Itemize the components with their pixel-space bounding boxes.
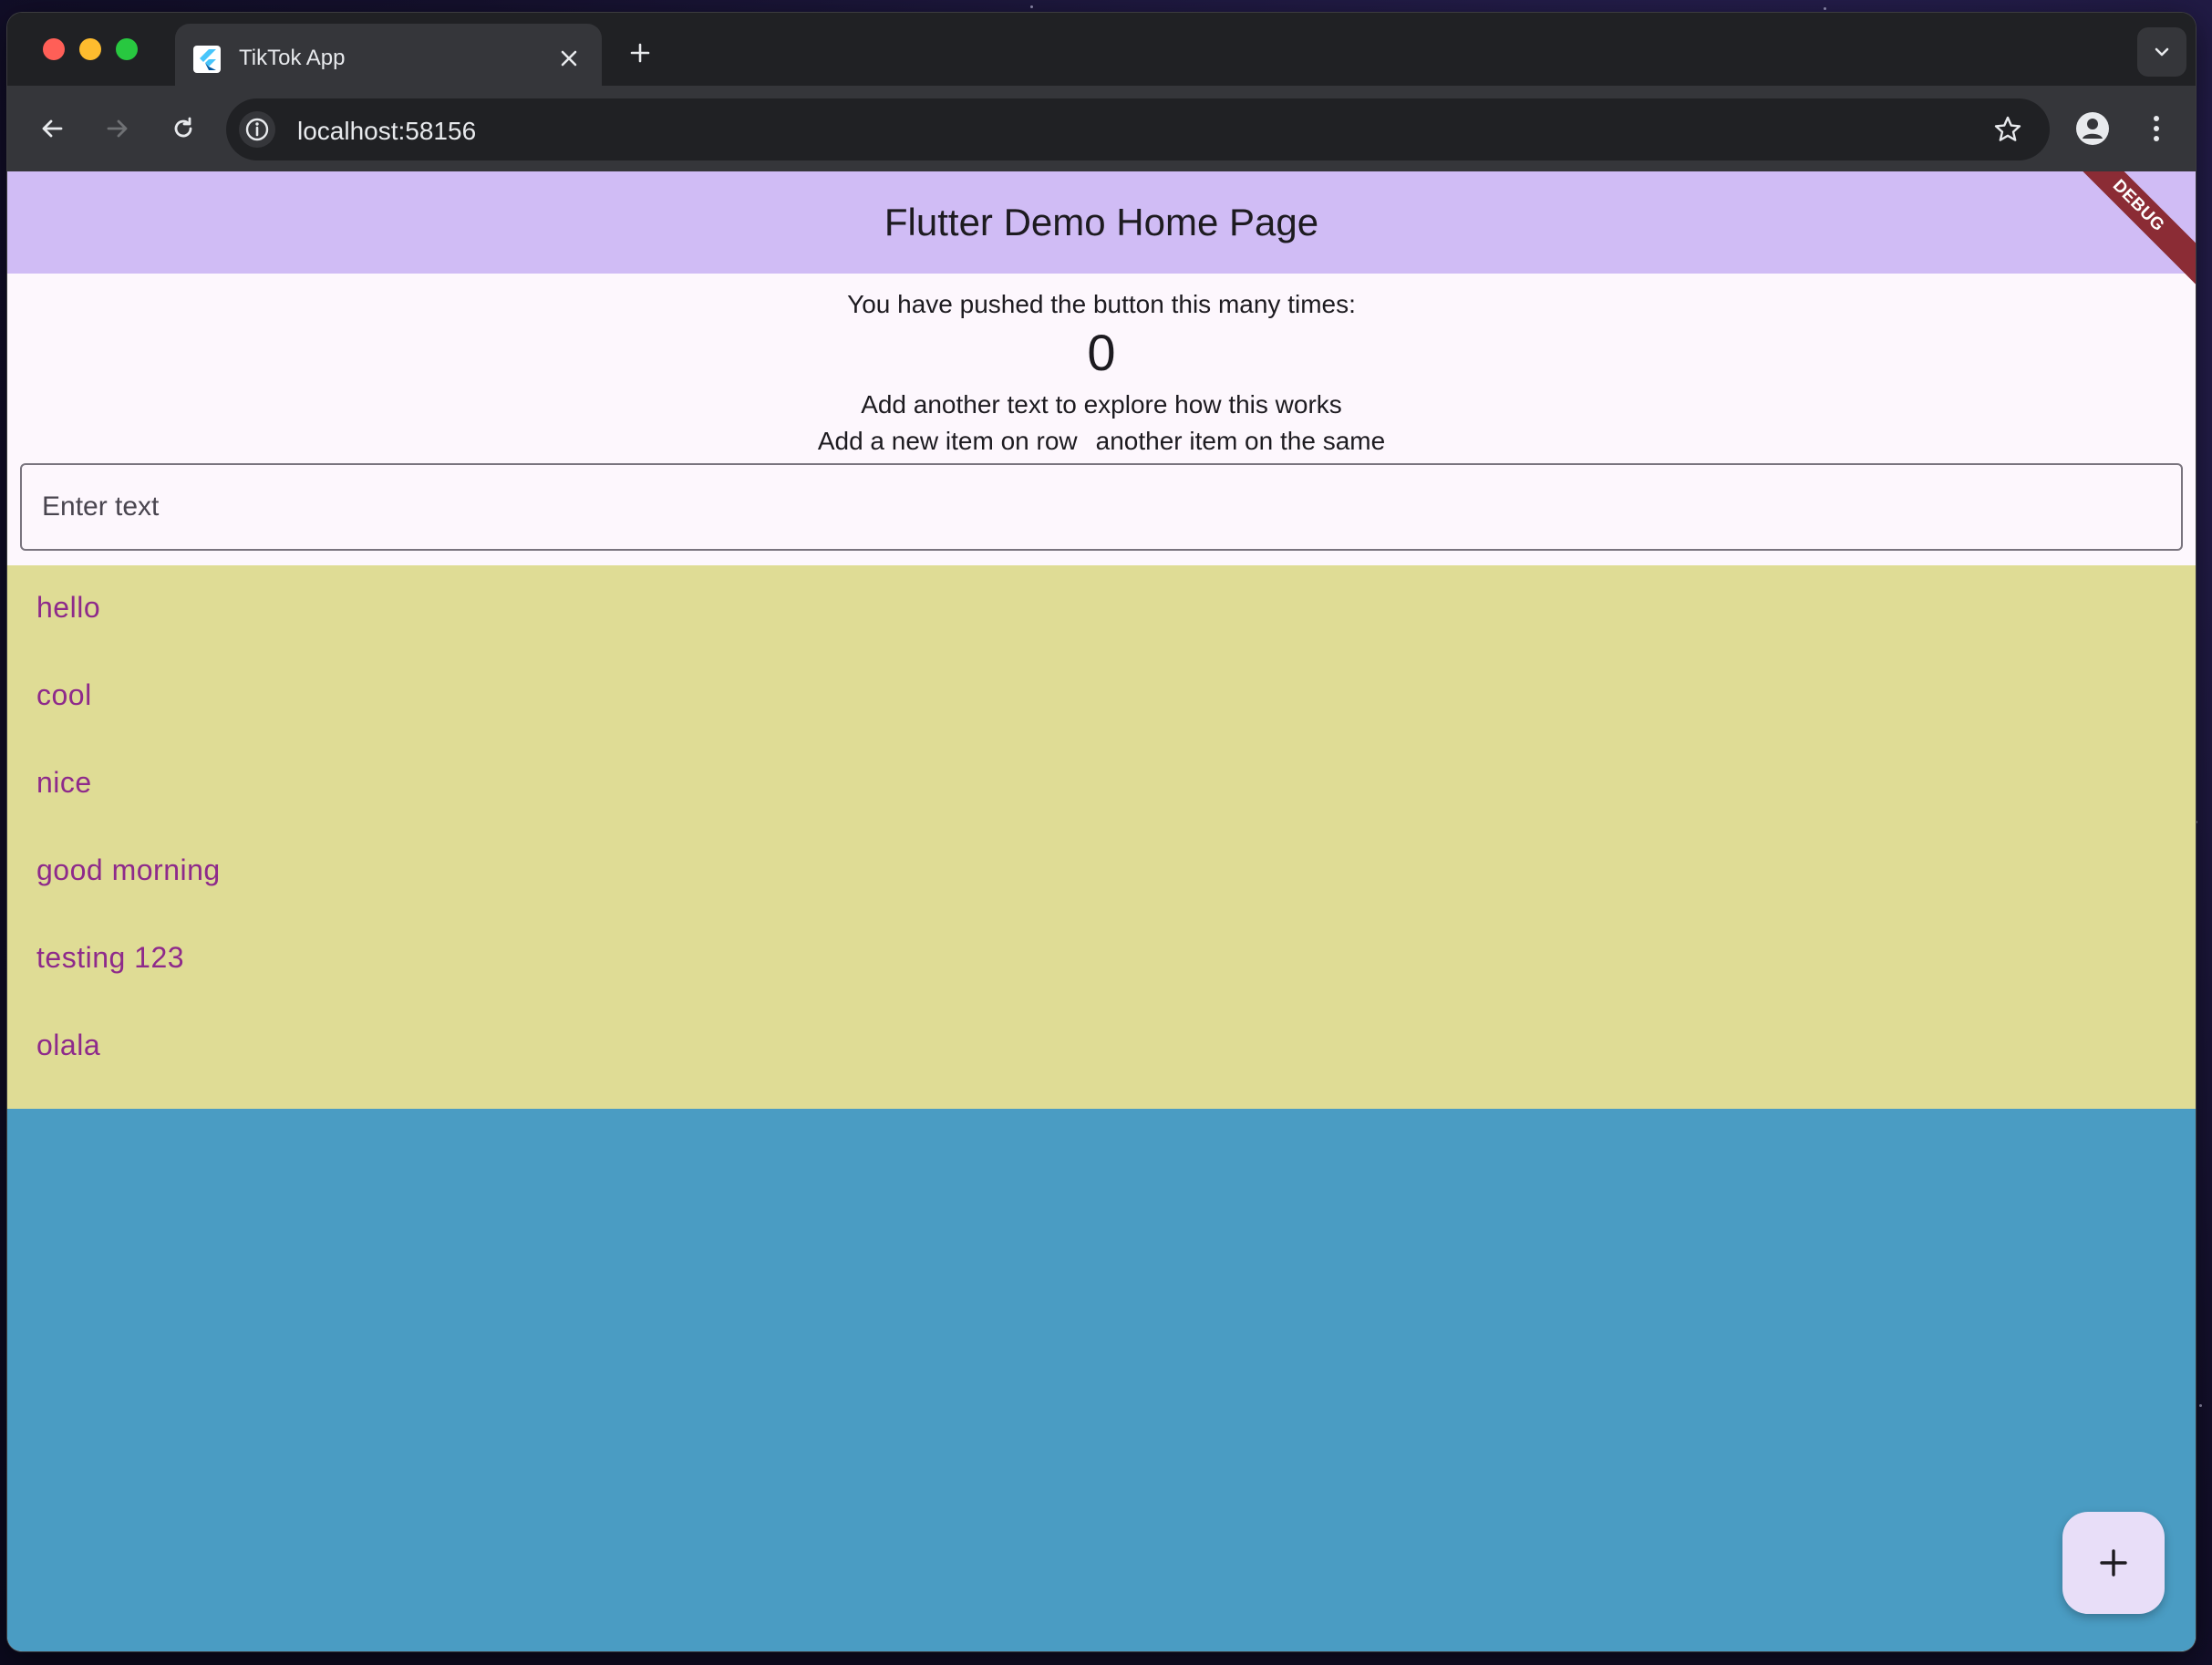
row-text: Add a new item on row another item on th… <box>7 427 2196 456</box>
star <box>1824 7 1826 10</box>
bookmark-star-icon[interactable] <box>1990 111 2026 148</box>
tab-strip: TikTok App <box>7 13 2196 86</box>
browser-toolbar: localhost:58156 <box>7 86 2196 171</box>
new-tab-button[interactable] <box>620 33 660 73</box>
star <box>1030 5 1033 8</box>
item-list: hello cool nice good morning testing 123… <box>7 565 2196 1109</box>
profile-avatar-icon[interactable] <box>2068 104 2117 153</box>
browser-tab[interactable]: TikTok App <box>175 24 602 86</box>
desktop-background: TikTok App localhost:58156 Flutter Demo … <box>0 0 2212 1665</box>
plus-icon <box>2100 1549 2127 1577</box>
list-item: good morning <box>36 853 221 886</box>
arrow-right-icon <box>107 119 128 138</box>
explore-text: Add another text to explore how this wor… <box>861 390 1342 419</box>
browser-window: TikTok App localhost:58156 Flutter Demo … <box>7 13 2196 1651</box>
list-item: nice <box>36 765 92 799</box>
counter-value: 0 <box>1087 324 1116 381</box>
blue-container <box>7 1109 2196 1651</box>
app-bar: Flutter Demo Home Page <box>7 171 2196 274</box>
tab-title: TikTok App <box>239 46 346 70</box>
text-input[interactable] <box>22 465 2181 549</box>
more-menu-icon[interactable] <box>2132 104 2181 153</box>
row-text-right: another item on the same <box>1095 427 1386 455</box>
text-input-field[interactable] <box>20 463 2183 551</box>
site-info-icon[interactable] <box>239 111 275 148</box>
forward-button[interactable] <box>93 104 142 153</box>
address-bar[interactable]: localhost:58156 <box>226 98 2050 160</box>
list-item: hello <box>36 590 101 624</box>
flutter-logo-icon <box>193 46 221 73</box>
back-button[interactable] <box>27 104 77 153</box>
reload-icon <box>174 117 192 138</box>
maximize-window-button[interactable] <box>116 38 138 60</box>
chevron-down-icon <box>2155 47 2169 57</box>
list-item: testing 123 <box>36 940 185 974</box>
counter-label: You have pushed the button this many tim… <box>847 290 1356 318</box>
add-button[interactable] <box>2062 1512 2165 1614</box>
row-text-left: Add a new item on row <box>817 427 1078 455</box>
url-text: localhost:58156 <box>297 117 477 145</box>
minimize-window-button[interactable] <box>79 38 101 60</box>
list-item: cool <box>36 677 92 711</box>
page-title: Flutter Demo Home Page <box>884 201 1319 243</box>
flutter-app-page: Flutter Demo Home Page DEBUG You have pu… <box>7 171 2196 1651</box>
close-window-button[interactable] <box>43 38 65 60</box>
star <box>2199 1404 2202 1407</box>
list-item: olala <box>36 1028 101 1061</box>
close-tab-icon[interactable] <box>553 42 585 75</box>
arrow-left-icon <box>42 119 63 138</box>
tab-search-button[interactable] <box>2137 27 2186 77</box>
reload-button[interactable] <box>159 104 208 153</box>
